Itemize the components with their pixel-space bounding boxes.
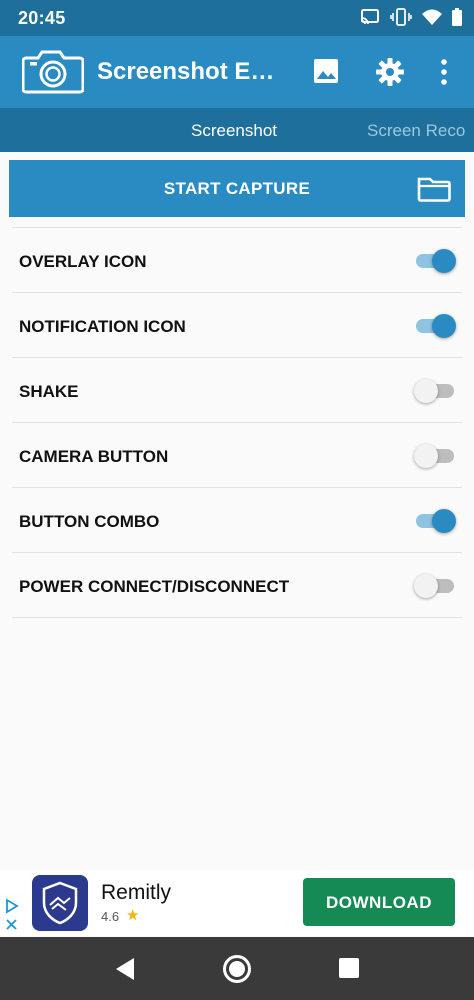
back-icon[interactable] xyxy=(114,957,136,981)
shake-toggle[interactable] xyxy=(414,379,456,403)
ad-download-label: DOWNLOAD xyxy=(326,893,432,912)
folder-icon[interactable] xyxy=(417,176,451,202)
settings-list: OVERLAY ICON NOTIFICATION ICON SHAKE CAM… xyxy=(12,227,462,618)
gallery-icon[interactable] xyxy=(313,58,339,84)
setting-notification-icon[interactable]: NOTIFICATION ICON xyxy=(12,293,462,358)
setting-label: SHAKE xyxy=(19,382,79,401)
button-combo-toggle[interactable] xyxy=(414,509,456,533)
setting-power-connect[interactable]: POWER CONNECT/DISCONNECT xyxy=(12,553,462,618)
status-time: 20:45 xyxy=(18,7,66,28)
setting-label: CAMERA BUTTON xyxy=(19,447,169,466)
camera-button-toggle[interactable] xyxy=(414,444,456,468)
battery-icon xyxy=(452,8,462,26)
setting-label: BUTTON COMBO xyxy=(19,512,160,531)
tab-bar: Screenshot Screen Reco xyxy=(0,108,474,152)
tab-screenshot[interactable]: Screenshot xyxy=(191,121,277,141)
setting-label: OVERLAY ICON xyxy=(19,252,147,271)
ad-rating: 4.6 xyxy=(101,909,120,924)
overlay-icon-toggle[interactable] xyxy=(414,249,456,273)
power-connect-toggle[interactable] xyxy=(414,574,456,598)
settings-gear-icon[interactable] xyxy=(376,58,404,86)
ad-banner[interactable]: Remitly 4.6 ★ DOWNLOAD xyxy=(0,870,474,936)
start-capture-button[interactable]: START CAPTURE xyxy=(9,160,465,217)
vibrate-icon xyxy=(390,8,412,26)
app-bar: Screenshot E… xyxy=(0,36,474,108)
setting-overlay-icon[interactable]: OVERLAY ICON xyxy=(12,228,462,293)
home-icon[interactable] xyxy=(222,954,252,984)
ad-download-button[interactable]: DOWNLOAD xyxy=(303,878,455,926)
notification-icon-toggle[interactable] xyxy=(414,314,456,338)
setting-label: POWER CONNECT/DISCONNECT xyxy=(19,577,290,596)
setting-button-combo[interactable]: BUTTON COMBO xyxy=(12,488,462,553)
remitly-logo-icon xyxy=(32,875,88,931)
overflow-menu-icon[interactable] xyxy=(439,58,449,86)
wifi-icon xyxy=(422,9,442,25)
setting-camera-button[interactable]: CAMERA BUTTON xyxy=(12,423,462,488)
ad-app-name: Remitly xyxy=(101,881,172,904)
recents-icon[interactable] xyxy=(339,958,359,978)
start-capture-label: START CAPTURE xyxy=(163,179,311,198)
system-nav-bar xyxy=(0,937,474,1000)
tab-screen-record[interactable]: Screen Reco xyxy=(367,121,465,141)
app-title: Screenshot E… xyxy=(97,58,275,85)
rating-star-icon: ★ xyxy=(126,907,140,924)
cast-icon xyxy=(361,9,379,25)
setting-label: NOTIFICATION ICON xyxy=(19,317,186,336)
camera-logo-icon xyxy=(22,50,84,94)
status-bar: 20:45 xyxy=(0,0,474,36)
status-icons xyxy=(360,8,462,26)
ad-choices-icon[interactable] xyxy=(4,898,20,932)
setting-shake[interactable]: SHAKE xyxy=(12,358,462,423)
